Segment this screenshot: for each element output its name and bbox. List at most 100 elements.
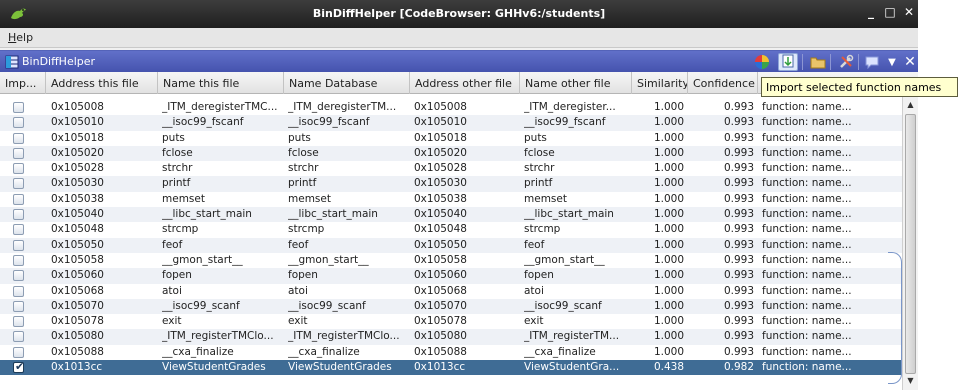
- cell-confidence: 0.993: [723, 330, 754, 343]
- menu-help[interactable]: Help: [8, 31, 33, 44]
- import-checkbox[interactable]: [13, 346, 24, 358]
- cell-name-database: __isoc99_scanf: [288, 299, 366, 312]
- cell-confidence: 0.993: [723, 208, 754, 221]
- cell-name-database: puts: [288, 131, 311, 144]
- import-checkbox[interactable]: [13, 117, 24, 129]
- import-checkbox[interactable]: [13, 270, 24, 282]
- cell-name-other: exit: [524, 315, 544, 328]
- import-checkbox[interactable]: ✔: [13, 360, 24, 374]
- table-row[interactable]: 0x105058 __gmon_start__ __gmon_start__ 0x10…: [0, 252, 902, 269]
- import-checkbox[interactable]: [13, 300, 24, 312]
- close-window-button[interactable]: ✕: [902, 5, 916, 21]
- table-row[interactable]: 0x105088 __cxa_finalize __cxa_finalize 0x10…: [0, 344, 902, 361]
- menubar: Help: [0, 28, 918, 48]
- cell-name-database: __isoc99_fscanf: [288, 116, 370, 129]
- cell-confidence: 0.993: [723, 253, 754, 266]
- cell-address-other: 0x105038: [414, 192, 467, 205]
- table-row[interactable]: 0x105070 __isoc99_scanf __isoc99_scanf 0x10…: [0, 298, 902, 315]
- column-header-similarity[interactable]: Similarity: [632, 72, 688, 94]
- cell-name-this: atoi: [162, 284, 182, 297]
- scrollbar-thumb[interactable]: [905, 114, 916, 374]
- cell-confidence: 0.993: [723, 116, 754, 129]
- cell-similarity: 1.000: [653, 284, 684, 297]
- cell-name-this: strchr: [162, 162, 193, 175]
- table-row[interactable]: 0x105018 puts puts 0x105018 puts 1.000 0.993 fu…: [0, 130, 902, 146]
- cell-similarity: 1.000: [653, 208, 684, 221]
- window-titlebar: BinDiffHelper [CodeBrowser: GHHv6:/stude…: [0, 0, 918, 28]
- column-header-confidence[interactable]: Confidence: [688, 72, 758, 94]
- close-icon[interactable]: ✕: [900, 53, 920, 71]
- cell-similarity: 1.000: [653, 177, 684, 190]
- import-checkbox[interactable]: [13, 331, 24, 343]
- import-checkbox[interactable]: [13, 132, 24, 144]
- cell-comment: function: name...: [762, 101, 852, 113]
- table-row[interactable]: 0x105048 strcmp strcmp 0x105048 strcmp 1.000 0…: [0, 222, 902, 238]
- tools-icon[interactable]: [836, 53, 856, 71]
- cell-address-other: 0x105010: [414, 116, 467, 129]
- cell-comment: function: name...: [762, 146, 852, 159]
- cell-address-this: 0x105038: [51, 192, 104, 205]
- cell-confidence: 0.993: [723, 315, 754, 328]
- table-row[interactable]: 0x105038 memset memset 0x105038 memset 1.000 0…: [0, 191, 902, 208]
- table-row[interactable]: 0x105008 _ITM_deregisterTMC... _ITM_deregi…: [0, 100, 902, 116]
- cell-name-other: strchr: [524, 162, 555, 175]
- column-header-name-this[interactable]: Name this file: [158, 72, 284, 94]
- import-checkbox[interactable]: [13, 285, 24, 297]
- import-checkbox[interactable]: [13, 316, 24, 328]
- column-header-imported[interactable]: Imp...: [0, 72, 46, 94]
- import-checkbox[interactable]: [13, 193, 24, 205]
- table-row[interactable]: 0x105050 feof feof 0x105050 feof 1.000 0.993 fu…: [0, 237, 902, 253]
- import-checkbox[interactable]: [13, 209, 24, 221]
- cell-similarity: 1.000: [653, 116, 684, 129]
- maximize-button[interactable]: □: [883, 5, 897, 21]
- cell-confidence: 0.993: [723, 131, 754, 144]
- cell-address-this: 0x105060: [51, 269, 104, 282]
- cell-comment: function: name...: [762, 238, 852, 251]
- import-button[interactable]: [778, 53, 798, 71]
- scroll-highlight-outline: [888, 252, 902, 384]
- column-header-name-database[interactable]: Name Database: [284, 72, 410, 94]
- import-checkbox[interactable]: [13, 178, 24, 190]
- import-checkbox[interactable]: [13, 224, 24, 236]
- import-checkbox[interactable]: [13, 163, 24, 175]
- column-header-address-this[interactable]: Address this file: [46, 72, 158, 94]
- table-row[interactable]: 0x105030 printf printf 0x105030 printf 1.000 0…: [0, 176, 902, 192]
- desktop-background: [918, 0, 958, 390]
- import-checkbox[interactable]: [13, 254, 24, 266]
- cell-address-this: 0x105040: [51, 208, 104, 221]
- vertical-scrollbar[interactable]: ▲ ▼: [902, 94, 918, 390]
- table-body[interactable]: 0x105008 _ITM_deregisterTMC... _ITM_deregi…: [0, 94, 902, 390]
- cell-name-other: memset: [524, 192, 567, 205]
- color-palette-icon[interactable]: [752, 53, 772, 71]
- cell-name-other: _ITM_registerTM...: [524, 330, 620, 343]
- cell-name-other: atoi: [524, 284, 544, 297]
- cell-name-this: _ITM_deregisterTMC...: [162, 101, 278, 113]
- import-checkbox[interactable]: [13, 239, 24, 251]
- table-row[interactable]: ✔ 0x1013cc ViewStudentGrades ViewStudentGra…: [0, 360, 902, 376]
- column-header-address-other[interactable]: Address other file: [410, 72, 520, 94]
- cell-name-database: atoi: [288, 284, 308, 297]
- minimize-button[interactable]: _: [864, 5, 878, 21]
- scroll-down-arrow-icon[interactable]: ▼: [905, 376, 916, 388]
- cell-comment: function: name...: [762, 345, 852, 358]
- table-row[interactable]: 0x105060 fopen fopen 0x105060 fopen 1.000 0.99…: [0, 268, 902, 284]
- cell-similarity: 1.000: [653, 253, 684, 266]
- table-row[interactable]: 0x105028 strchr strchr 0x105028 strchr 1.000 0…: [0, 161, 902, 177]
- import-checkbox[interactable]: [13, 102, 24, 113]
- table-row[interactable]: 0x105020 fclose fclose 0x105020 fclose 1.000 0…: [0, 145, 902, 162]
- cell-address-this: 0x105010: [51, 116, 104, 129]
- column-header-name-other[interactable]: Name other file: [520, 72, 632, 94]
- cell-name-other: puts: [524, 131, 547, 144]
- table-row[interactable]: 0x105078 exit exit 0x105078 exit 1.000 0.993 fu…: [0, 314, 902, 330]
- open-folder-icon[interactable]: [808, 53, 828, 71]
- scroll-up-arrow-icon[interactable]: ▲: [905, 100, 916, 112]
- table-rows: 0x105008 _ITM_deregisterTMC... _ITM_deregi…: [0, 100, 902, 376]
- table-row[interactable]: 0x105040 __libc_start_main __libc_start_ma…: [0, 207, 902, 223]
- comment-icon[interactable]: [862, 53, 882, 71]
- chevron-down-icon[interactable]: ▼: [882, 53, 902, 71]
- table-row[interactable]: 0x105010 __isoc99_fscanf __isoc99_fscanf 0x…: [0, 115, 902, 131]
- table-row[interactable]: 0x105068 atoi atoi 0x105068 atoi 1.000 0.993 fu…: [0, 283, 902, 299]
- import-checkbox[interactable]: [13, 147, 24, 159]
- cell-address-other: 0x105030: [414, 177, 467, 190]
- table-row[interactable]: 0x105080 _ITM_registerTMClo... _ITM_regist…: [0, 329, 902, 345]
